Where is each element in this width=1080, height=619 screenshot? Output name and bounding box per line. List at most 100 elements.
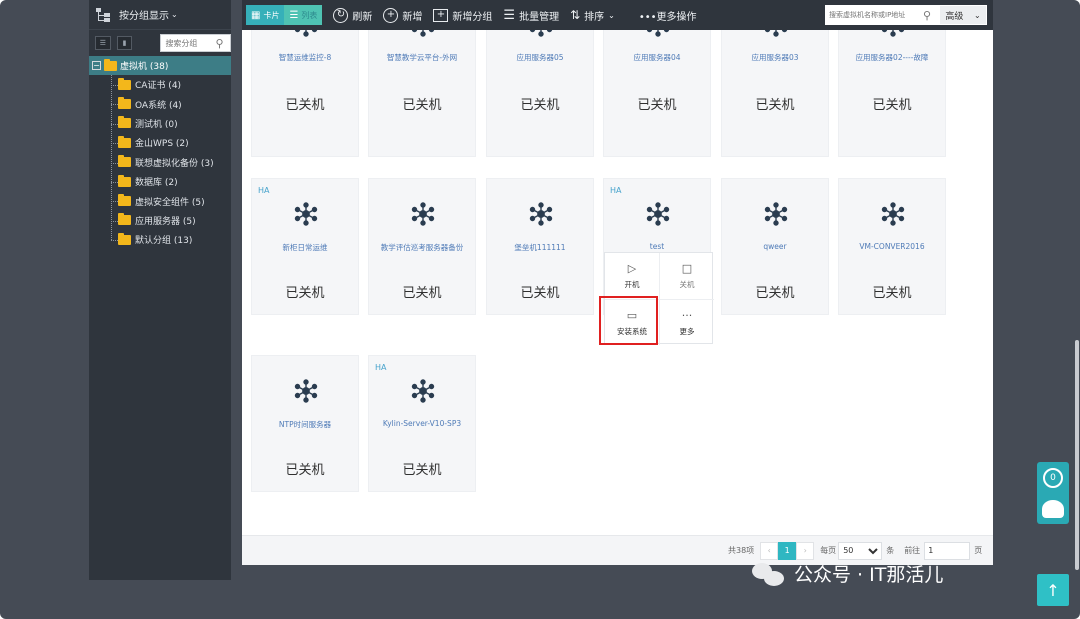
vm-card[interactable]: 智慧教学云平台-外网 已关机	[368, 30, 476, 157]
sort-label: 排序	[584, 11, 605, 23]
goto-page-input[interactable]	[924, 541, 971, 560]
vm-name[interactable]: 应用服务器03	[722, 52, 828, 63]
sort-button[interactable]: ⇅ 排序 ⌄	[570, 0, 615, 30]
page-scrollbar[interactable]	[1075, 340, 1079, 570]
vm-name[interactable]: NTP时间服务器	[252, 419, 358, 430]
tree-item[interactable]: 数据库 (2)	[109, 172, 231, 191]
toolbar: ▦ 卡片 ☰ 列表 ↻ 刷新 + 新增 + 新增分组 ☰ 批量管理 ⇅ 排序 ⌄…	[242, 0, 993, 30]
group-display-selector[interactable]: 按分组显示 ⌄	[89, 0, 231, 30]
vm-card[interactable]: qweer 已关机	[721, 178, 829, 315]
vm-card[interactable]: 应用服务器05 已关机	[486, 30, 594, 157]
tree-root-vms[interactable]: − 虚拟机 (38)	[89, 56, 231, 75]
shutdown-button[interactable]: □ 关机	[660, 253, 714, 299]
tree-item-label: OA系统 (4)	[135, 100, 182, 111]
vm-name[interactable]: 应用服务器02----故障	[839, 52, 945, 63]
start-button[interactable]: ▷ 开机	[605, 253, 659, 299]
vm-name[interactable]: 智慧运维监控-8	[252, 52, 358, 63]
vm-card[interactable]: 应用服务器02----故障已关机	[838, 30, 946, 157]
next-page-button[interactable]: ›	[796, 541, 815, 560]
page-unit: 页	[974, 546, 983, 555]
tree-item[interactable]: 虚拟安全组件 (5)	[109, 191, 231, 210]
ha-badge: HA	[258, 186, 270, 195]
stop-icon: □	[681, 261, 693, 275]
more-button[interactable]: ··· 更多	[660, 300, 714, 346]
tree-item[interactable]: 金山WPS (2)	[109, 133, 231, 152]
vm-card-area: 智慧运维监控-8 已关机 智慧教学云平台-外网 已关机 应用服务器05 已关机 应用服务器0…	[242, 30, 993, 565]
vm-name[interactable]: 教学评估巡考服务器备份	[369, 242, 475, 253]
collapse-toggle-icon[interactable]: −	[92, 61, 101, 70]
per-page-select[interactable]: 50	[838, 541, 883, 560]
vm-name[interactable]: VM-CONVER2016	[839, 242, 945, 251]
tree-item[interactable]: 联想虚拟化备份 (3)	[109, 153, 231, 172]
plus-icon: +	[383, 7, 399, 23]
collapse-all-button[interactable]: ▮	[116, 36, 133, 50]
stack-icon: ☰	[503, 7, 516, 23]
batch-label: 批量管理	[519, 11, 560, 23]
refresh-button[interactable]: ↻ 刷新	[333, 0, 372, 30]
refresh-label: 刷新	[352, 11, 373, 23]
robot-icon	[1042, 500, 1064, 518]
vm-name[interactable]: Kylin-Server-V10-SP3	[369, 419, 475, 428]
vm-icon	[646, 30, 670, 37]
vm-icon	[411, 379, 435, 403]
vm-name[interactable]: 新柜日常运维	[252, 242, 358, 253]
vm-card[interactable]: HA Kylin-Server-V10-SP3 已关机	[368, 355, 476, 492]
list-view-button[interactable]: ☰ 列表	[284, 5, 323, 25]
vm-name[interactable]: 应用服务器04	[604, 52, 710, 63]
vm-icon	[646, 202, 670, 226]
back-to-top-button[interactable]: ↑	[1037, 574, 1069, 606]
list-icon: ☰	[289, 9, 299, 21]
vm-name[interactable]: qweer	[722, 242, 828, 251]
search-icon[interactable]: ⚲	[923, 9, 931, 22]
sidebar-tools: ☰ ▮ ⚲	[89, 30, 232, 56]
vm-icon	[764, 30, 788, 37]
tree-item[interactable]: 默认分组 (13)	[109, 230, 231, 249]
vm-card[interactable]: 应用服务器03 已关机	[721, 30, 829, 157]
prev-page-button[interactable]: ‹	[760, 541, 779, 560]
new-button[interactable]: + 新增	[383, 0, 422, 30]
search-icon[interactable]: ⚲	[215, 37, 223, 50]
group-search-input[interactable]	[161, 38, 214, 48]
total-count: 共38项	[728, 546, 755, 555]
vm-state: 已关机	[755, 98, 795, 113]
tree-item[interactable]: 应用服务器 (5)	[109, 211, 231, 230]
current-page[interactable]: 1	[778, 541, 797, 560]
tree-item[interactable]: 测试机 (0)	[109, 114, 231, 133]
vm-icon	[529, 30, 553, 37]
vm-card[interactable]: 教学评估巡考服务器备份 已关机	[368, 178, 476, 315]
card-view-button[interactable]: ▦ 卡片	[246, 5, 285, 25]
vm-icon	[881, 30, 905, 37]
vm-card[interactable]: HA 新柜日常运维已关机	[251, 178, 359, 315]
new-group-button[interactable]: + 新增分组	[433, 0, 492, 30]
tree-item[interactable]: OA系统 (4)	[109, 94, 231, 113]
refresh-icon: ↻	[333, 7, 349, 23]
vm-state: 已关机	[285, 463, 325, 478]
vm-name[interactable]: 应用服务器05	[487, 52, 593, 63]
assistant-widget[interactable]: 0	[1037, 462, 1069, 524]
vm-search-input[interactable]	[825, 11, 923, 19]
folder-icon	[104, 58, 117, 71]
batch-manage-button[interactable]: ☰ 批量管理	[503, 0, 559, 30]
expand-all-button[interactable]: ☰	[95, 36, 111, 50]
folder-icon	[118, 155, 131, 168]
vm-name[interactable]: 智慧教学云平台-外网	[369, 52, 475, 63]
advanced-search-button[interactable]: 高级 ⌄	[940, 6, 986, 24]
vm-name[interactable]: 堡垒机111111	[487, 242, 593, 253]
vm-search-box: ⚲ 高级 ⌄	[825, 5, 987, 25]
vm-card[interactable]: VM-CONVER2016 已关机	[838, 178, 946, 315]
vm-card[interactable]: 智慧运维监控-8 已关机	[251, 30, 359, 157]
tree-item[interactable]: CA证书 (4)	[109, 75, 231, 94]
vm-state: 已关机	[872, 98, 912, 113]
more-operations-label: •••更多操作	[638, 11, 697, 23]
vm-card[interactable]: NTP时间服务器已关机	[251, 355, 359, 492]
folder-icon	[118, 232, 131, 245]
vm-state: 已关机	[285, 286, 325, 301]
tree-structure-icon	[95, 7, 111, 23]
vm-icon	[881, 202, 905, 226]
wechat-icon	[752, 561, 786, 587]
tree-root-label: 虚拟机 (38)	[120, 62, 169, 72]
vm-card[interactable]: 应用服务器04 已关机	[603, 30, 711, 157]
more-operations-button[interactable]: •••更多操作	[639, 0, 697, 30]
vm-card[interactable]: 堡垒机111111 已关机	[486, 178, 594, 315]
vm-name[interactable]: test	[604, 242, 710, 251]
